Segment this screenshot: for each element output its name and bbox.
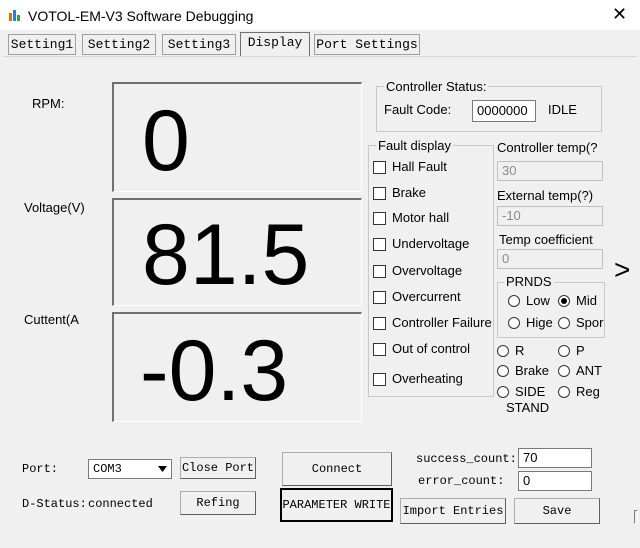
app-icon — [9, 10, 20, 21]
motor-hall-label: Motor hall — [392, 210, 450, 225]
prnds-high-label: Hige — [526, 315, 553, 330]
fault-code-field[interactable]: 0000000 — [472, 100, 536, 122]
out-of-control-label: Out of control — [392, 341, 471, 356]
undervoltage-checkbox[interactable] — [373, 238, 386, 251]
refing-button[interactable]: Refing — [180, 491, 256, 515]
port-select-value: COM3 — [93, 462, 122, 476]
external-temp-label: External temp(?) — [497, 188, 594, 203]
hall-fault-label: Hall Fault — [392, 159, 447, 174]
window-title: VOTOL-EM-V3 Software Debugging — [28, 8, 254, 24]
connect-button[interactable]: Connect — [282, 452, 392, 486]
gear-r-label: R — [515, 343, 525, 358]
d-status-value: connected — [88, 497, 153, 511]
save-button[interactable]: Save — [514, 498, 600, 524]
voltage-display: 81.5 — [112, 198, 362, 306]
current-display: -0.3 — [112, 312, 362, 422]
tab-port-settings[interactable]: Port Settings — [314, 34, 420, 55]
fault-code-label: Fault Code: — [384, 102, 452, 117]
prnds-low-label: Low — [526, 293, 550, 308]
hall-fault-checkbox[interactable] — [373, 161, 386, 174]
gear-brake-radio[interactable] — [497, 365, 509, 377]
overheating-label: Overheating — [392, 371, 463, 386]
overheating-checkbox[interactable] — [373, 373, 386, 386]
gear-p-label: P — [576, 343, 585, 358]
brake-fault-label: Brake — [392, 185, 426, 200]
controller-status-title: Controller Status: — [384, 79, 489, 94]
prnds-low-radio[interactable] — [508, 295, 520, 307]
gear-stand-label: STAND — [506, 400, 550, 415]
current-label: Cuttent(A — [24, 312, 79, 327]
resize-grip — [634, 510, 638, 524]
rpm-value: 0 — [142, 93, 190, 189]
prnds-mid-radio[interactable] — [558, 295, 570, 307]
motor-hall-checkbox[interactable] — [373, 212, 386, 225]
close-icon[interactable]: ✕ — [612, 4, 627, 25]
port-label: Port: — [22, 462, 59, 476]
controller-failure-label: Controller Failure — [392, 315, 492, 330]
import-entries-button[interactable]: Import Entries — [400, 498, 506, 524]
current-value: -0.3 — [140, 323, 289, 419]
gear-brake-label: Brake — [515, 363, 549, 378]
external-temp-field: -10 — [497, 206, 603, 226]
gear-p-radio[interactable] — [558, 345, 570, 357]
success-count-label: success_count: — [416, 452, 517, 466]
rpm-display: 0 — [112, 82, 362, 192]
brake-fault-checkbox[interactable] — [373, 187, 386, 200]
error-count-field[interactable]: 0 — [518, 471, 592, 491]
undervoltage-label: Undervoltage — [392, 236, 470, 251]
controller-temp-label: Controller temp(? — [497, 140, 598, 155]
prnds-high-radio[interactable] — [508, 317, 520, 329]
gear-reg-label: Reg — [576, 384, 600, 399]
gear-ant-label: ANT — [576, 363, 602, 378]
temp-coefficient-field: 0 — [497, 249, 603, 269]
expand-arrow-icon[interactable]: > — [614, 254, 630, 286]
overcurrent-label: Overcurrent — [392, 289, 461, 304]
tab-display[interactable]: Display — [240, 32, 310, 57]
title-bar: VOTOL-EM-V3 Software Debugging ✕ — [0, 0, 640, 30]
port-select[interactable]: COM3 — [88, 459, 172, 479]
error-count-label: error_count: — [418, 474, 505, 488]
prnds-sport-label: Spor — [576, 315, 604, 330]
overvoltage-checkbox[interactable] — [373, 265, 386, 278]
tab-setting2[interactable]: Setting2 — [82, 34, 156, 55]
rpm-label: RPM: — [32, 96, 65, 111]
tab-setting3[interactable]: Setting3 — [162, 34, 236, 55]
gear-side-stand-radio[interactable] — [497, 386, 509, 398]
controller-state: IDLE — [548, 102, 577, 117]
prnds-mid-label: Mid — [576, 293, 597, 308]
tab-setting1[interactable]: Setting1 — [8, 34, 76, 55]
chevron-down-icon — [158, 466, 167, 472]
voltage-value: 81.5 — [142, 207, 310, 303]
gear-r-radio[interactable] — [497, 345, 509, 357]
success-count-field[interactable]: 70 — [518, 448, 592, 468]
temp-coefficient-label: Temp coefficient — [499, 232, 593, 247]
d-status-label: D-Status: — [22, 497, 87, 511]
parameter-write-button[interactable]: PARAMETER WRITE — [280, 488, 393, 522]
controller-failure-checkbox[interactable] — [373, 317, 386, 330]
overcurrent-checkbox[interactable] — [373, 291, 386, 304]
voltage-label: Voltage(V) — [24, 200, 85, 215]
prnds-title: PRNDS — [504, 274, 554, 289]
gear-reg-radio[interactable] — [558, 386, 570, 398]
close-port-button[interactable]: Close Port — [180, 457, 256, 479]
gear-ant-radio[interactable] — [558, 365, 570, 377]
prnds-sport-radio[interactable] — [558, 317, 570, 329]
gear-side-label: SIDE — [515, 384, 546, 399]
controller-temp-field: 30 — [497, 161, 603, 181]
out-of-control-checkbox[interactable] — [373, 343, 386, 356]
fault-display-title: Fault display — [376, 138, 453, 153]
overvoltage-label: Overvoltage — [392, 263, 463, 278]
